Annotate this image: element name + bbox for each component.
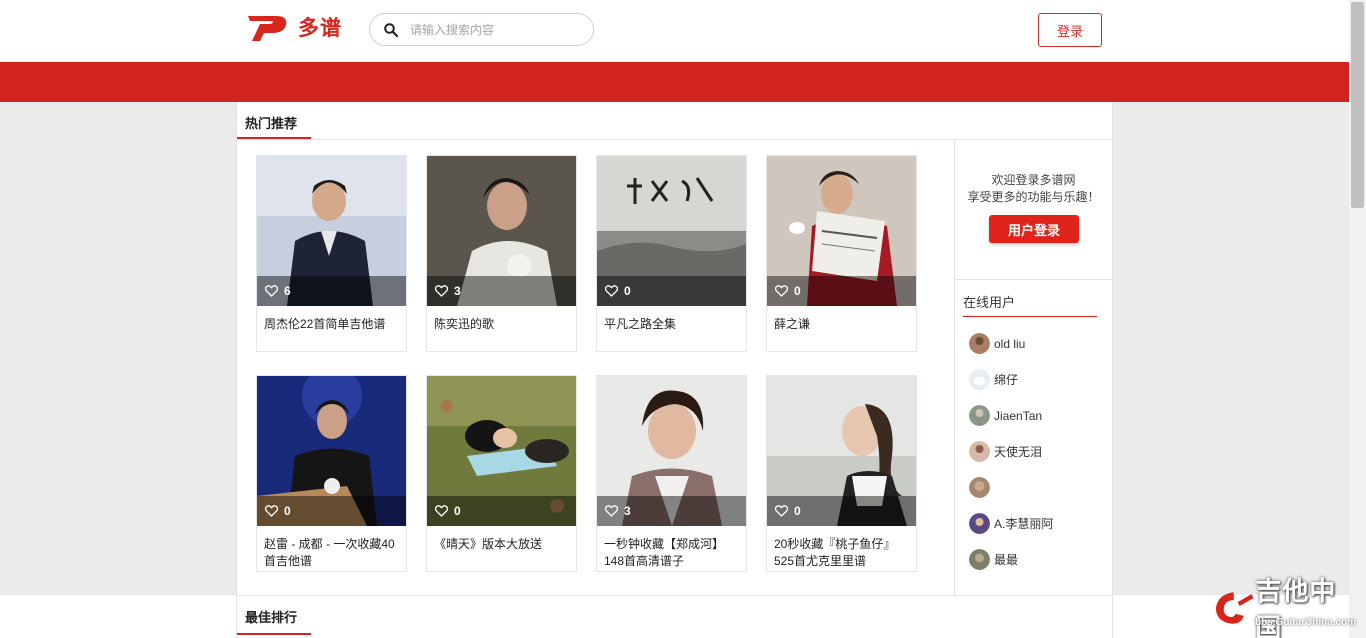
welcome-line: 欢迎登录多谱网 [991,173,1076,187]
logo-icon [248,16,287,41]
likes-overlay: 0 [767,496,916,526]
online-user[interactable]: 绵仔 [969,369,1018,390]
login-button[interactable]: 登录 [1038,13,1102,47]
likes-count: 3 [624,504,631,518]
heart-icon[interactable] [435,285,448,297]
card-title[interactable]: 周杰伦22首简单吉他谱 [264,316,402,333]
likes-overlay: 6 [257,276,406,306]
likes-overlay: 0 [597,276,746,306]
collection-card[interactable]: 0 平凡之路全集 [596,155,747,352]
card-title[interactable]: 一秒钟收藏【郑成河】148首高清谱子 [604,536,742,570]
likes-count: 0 [284,504,291,518]
likes-count: 0 [794,504,801,518]
heart-icon[interactable] [265,505,278,517]
username: JiaenTan [994,408,1043,423]
collection-card[interactable]: 3 陈奕迅的歌 [426,155,577,352]
watermark: 吉他中国 bbs.GuitarChina.com [1212,576,1362,638]
heart-icon[interactable] [775,505,788,517]
site-header: 多谱 登录 [0,0,1349,62]
card-title[interactable]: 赵雷 - 成都 - 一次收藏40首吉他谱 [264,536,402,570]
section-title: 热门推荐 [245,116,298,131]
likes-count: 6 [284,284,291,298]
guitar-logo-icon [1215,592,1254,624]
heart-icon[interactable] [435,505,448,517]
collection-card[interactable]: 0 赵雷 - 成都 - 一次收藏40首吉他谱 [256,375,407,572]
avatar [969,513,990,534]
avatar [969,441,990,462]
card-title[interactable]: 20秒收藏『桃子鱼仔』525首尤克里里谱 [774,536,912,570]
avatar [969,477,990,498]
banner-band [0,62,1349,102]
likes-count: 0 [624,284,631,298]
likes-overlay: 0 [427,496,576,526]
collection-card[interactable]: 0 《晴天》版本大放送 [426,375,577,572]
search-icon [384,22,398,37]
heart-icon[interactable] [265,285,278,297]
online-title-underline [963,316,1097,317]
watermark-subtext: bbs.GuitarChina.com [1255,617,1357,628]
likes-overlay: 3 [427,276,576,306]
avatar [969,549,990,570]
logo-text: 多谱 [298,17,342,40]
divider [955,279,1112,280]
card-title[interactable]: 《晴天》版本大放送 [434,536,572,553]
likes-count: 0 [794,284,801,298]
likes-count: 3 [454,284,461,298]
online-user[interactable]: old liu [969,333,1025,354]
collection-card[interactable]: 0 薛之谦 [766,155,917,352]
likes-overlay: 0 [767,276,916,306]
avatar [969,369,990,390]
avatar [969,405,990,426]
username: 绵仔 [994,373,1019,387]
online-users-title: 在线用户 [963,295,1016,310]
heart-icon[interactable] [605,505,618,517]
section-underline [237,137,311,139]
heart-icon[interactable] [775,285,788,297]
hot-recommend-panel: 热门推荐 6 周杰伦22首简单吉他谱 3 陈奕迅的歌 0 平凡之路全集 0 薛之… [236,102,1113,595]
search-box[interactable] [369,13,594,46]
section-title: 最佳排行 [245,610,298,625]
online-user[interactable] [969,477,994,498]
collection-card[interactable]: 0 20秒收藏『桃子鱼仔』525首尤克里里谱 [766,375,917,572]
username: 天使无泪 [994,445,1043,459]
section-header: 热门推荐 [237,102,1112,140]
section-underline [237,633,311,635]
search-input[interactable] [410,22,580,37]
card-title[interactable]: 陈奕迅的歌 [434,316,572,333]
site-logo[interactable]: 多谱 [246,12,342,42]
username: old liu [994,336,1026,351]
username: 最最 [994,553,1019,567]
online-user[interactable]: 最最 [969,549,1018,570]
heart-icon[interactable] [605,285,618,297]
collection-card[interactable]: 3 一秒钟收藏【郑成河】148首高清谱子 [596,375,747,572]
scrollbar[interactable] [1349,0,1366,638]
likes-count: 0 [454,504,461,518]
scrollbar-thumb[interactable] [1351,2,1364,208]
online-user[interactable]: JiaenTan [969,405,1042,426]
avatar [969,333,990,354]
best-ranking-section: 最佳排行 [236,595,1113,638]
collection-card[interactable]: 6 周杰伦22首简单吉他谱 [256,155,407,352]
likes-overlay: 0 [257,496,406,526]
card-title[interactable]: 薛之谦 [774,316,912,333]
welcome-box: 欢迎登录多谱网 享受更多的功能与乐趣！ 用户登录 [955,140,1112,280]
user-login-button[interactable]: 用户登录 [989,215,1079,243]
online-user[interactable]: A.李慧丽阿 [969,513,1053,534]
online-user[interactable]: 天使无泪 [969,441,1042,462]
welcome-subline: 享受更多的功能与乐趣！ [967,190,1100,204]
likes-overlay: 3 [597,496,746,526]
card-title[interactable]: 平凡之路全集 [604,316,742,333]
username: A.李慧丽阿 [994,517,1054,531]
